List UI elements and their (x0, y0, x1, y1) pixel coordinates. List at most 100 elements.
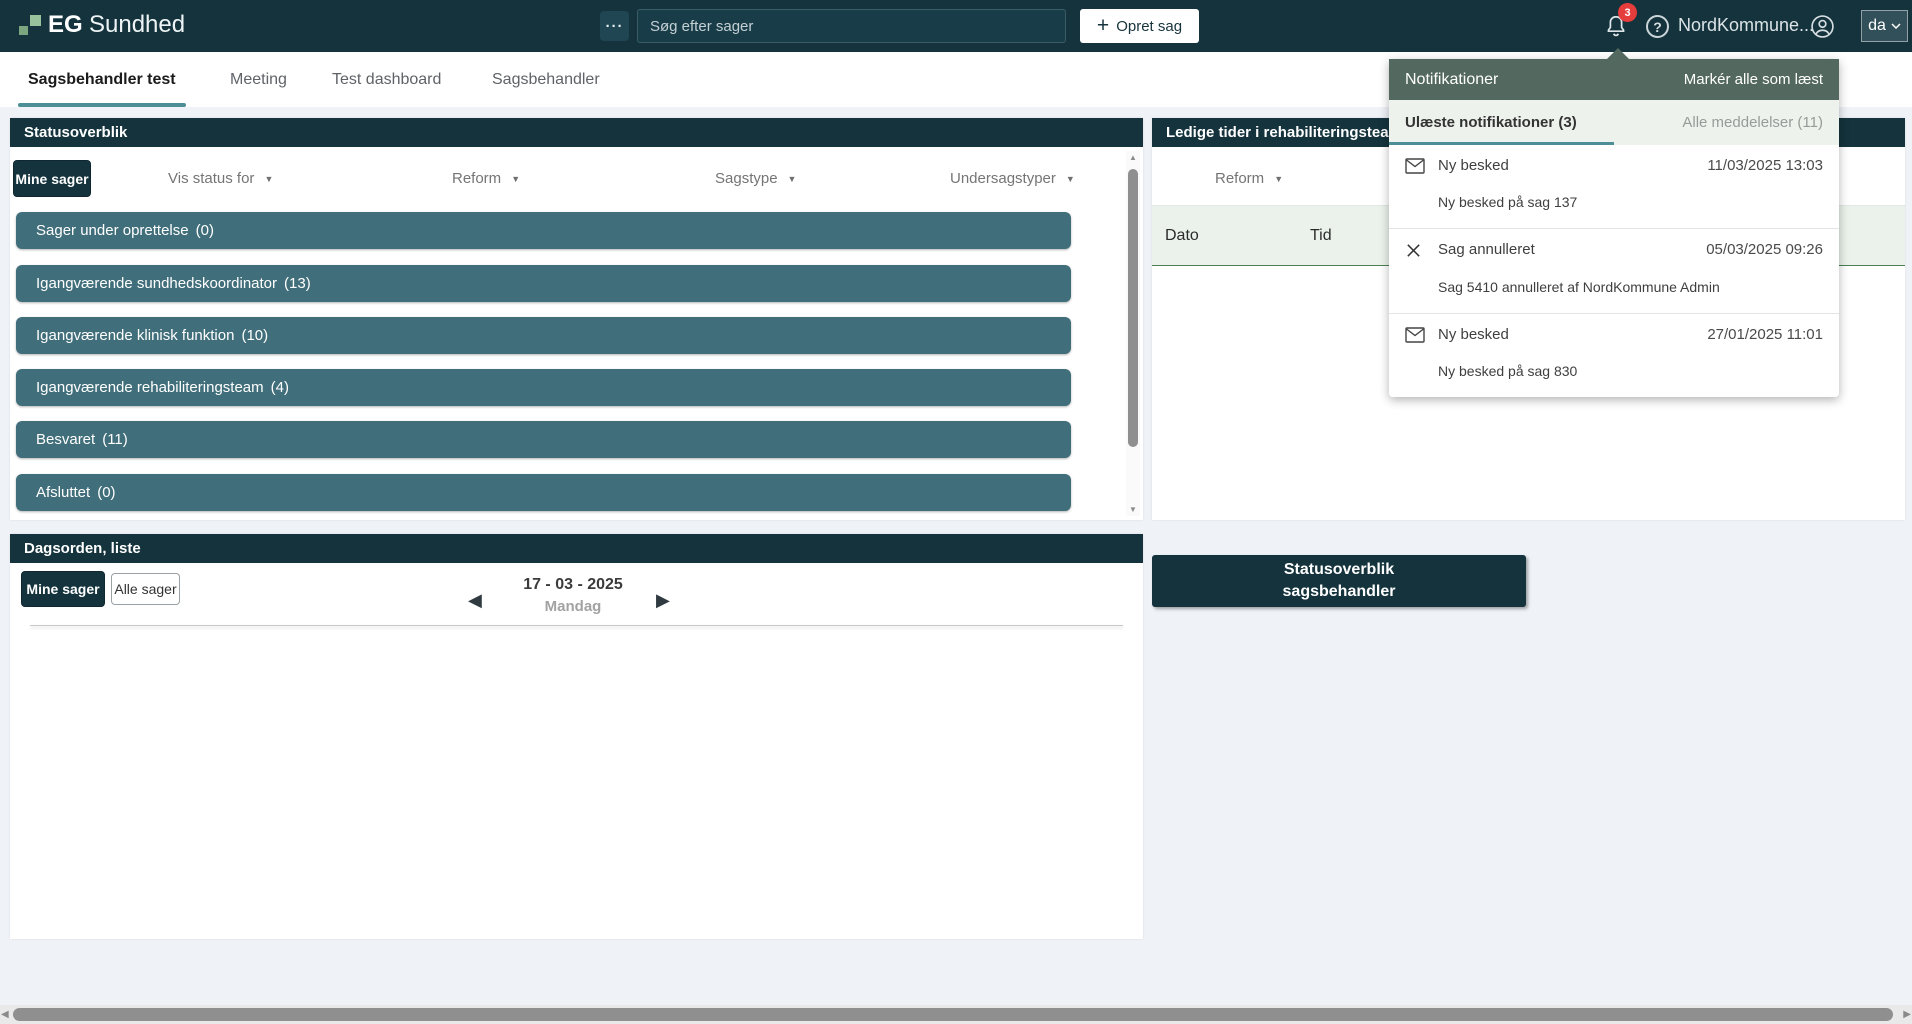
brand-name: Sundhed (89, 11, 185, 39)
chevron-down-icon (1891, 23, 1901, 29)
scroll-right-arrow-icon[interactable]: ▶ (1903, 1009, 1911, 1020)
notification-title: Ny besked (1438, 157, 1707, 174)
filter-undersagstyper[interactable]: Undersagstyper ▼ (950, 170, 1075, 187)
agenda-alle-sager-button[interactable]: Alle sager (111, 573, 180, 605)
current-date: 17 - 03 - 2025 (473, 576, 673, 594)
create-case-button[interactable]: + Opret sag (1080, 9, 1199, 43)
filter-label: Reform (1215, 170, 1264, 187)
notifications-header: Notifikationer Markér alle som læst (1389, 59, 1839, 100)
filter-label: Reform (452, 170, 501, 187)
agenda-panel-title: Dagsorden, liste (24, 540, 141, 557)
status-bar-count: (0) (97, 484, 115, 501)
horizontal-scrollbar-thumb[interactable] (13, 1008, 1893, 1021)
tab-label: Sagsbehandler (492, 71, 600, 89)
agenda-panel-header: Dagsorden, liste (10, 534, 1143, 563)
filter-vis-status-for[interactable]: Vis status for ▼ (168, 170, 273, 187)
app-canvas: EG Sundhed ··· + Opret sag 3 ? NordKommu… (0, 0, 1912, 1024)
status-bar-label: Afsluttet (36, 484, 90, 501)
scroll-up-arrow-icon[interactable]: ▲ (1126, 153, 1140, 162)
status-bar-sager-under-oprettelse[interactable]: Sager under oprettelse (0) (16, 212, 1071, 249)
notification-text: Sag 5410 annulleret af NordKommune Admin (1438, 279, 1823, 295)
status-bar-label: Besvaret (36, 431, 95, 448)
user-avatar-icon[interactable] (1810, 14, 1835, 39)
slots-panel-title: Ledige tider i rehabiliteringsteam (1166, 124, 1402, 141)
search-input[interactable] (637, 9, 1066, 43)
notification-text: Ny besked på sag 137 (1438, 194, 1823, 210)
mine-sager-button[interactable]: Mine sager (13, 160, 91, 197)
status-bar-count: (10) (241, 327, 268, 344)
caret-down-icon: ▼ (788, 174, 797, 184)
tab-sagsbehandler-test[interactable]: Sagsbehandler test (18, 52, 186, 107)
help-icon[interactable]: ? (1646, 15, 1669, 38)
mail-icon (1405, 327, 1425, 348)
scrollbar-thumb[interactable] (1128, 169, 1138, 447)
status-bar-label: Igangværende rehabiliteringsteam (36, 379, 264, 396)
top-header-bar: EG Sundhed ··· + Opret sag 3 ? NordKommu… (0, 0, 1912, 52)
date-display: 17 - 03 - 2025 Mandag (473, 576, 673, 615)
more-options-button[interactable]: ··· (600, 11, 629, 41)
status-bar-count: (11) (102, 431, 128, 448)
status-bar-igangvaerende-klinisk-funktion[interactable]: Igangværende klinisk funktion (10) (16, 317, 1071, 354)
eg-logo-square-dark (19, 26, 28, 35)
caret-down-icon: ▼ (511, 174, 520, 184)
tab-label: Meeting (230, 71, 287, 89)
column-header-tid: Tid (1310, 206, 1332, 265)
overview-button-line1: Statusoverblik (1284, 559, 1394, 581)
status-bar-count: (0) (196, 222, 214, 239)
tab-all-messages[interactable]: Alle meddelelser (11) (1682, 114, 1823, 131)
agenda-mine-sager-button[interactable]: Mine sager (21, 571, 105, 607)
language-selector[interactable]: da (1861, 10, 1908, 42)
notification-item[interactable]: Ny besked 27/01/2025 11:01 Ny besked på … (1389, 314, 1839, 397)
create-case-label: Opret sag (1116, 18, 1182, 35)
agenda-divider (30, 625, 1123, 626)
close-icon (1405, 242, 1425, 264)
current-weekday: Mandag (473, 598, 673, 615)
notification-title: Ny besked (1438, 326, 1707, 343)
scroll-down-arrow-icon[interactable]: ▼ (1126, 505, 1140, 514)
status-bar-label: Sager under oprettelse (36, 222, 189, 239)
notification-text: Ny besked på sag 830 (1438, 363, 1823, 379)
notification-dropdown-caret (1607, 48, 1629, 59)
scroll-left-arrow-icon[interactable]: ◀ (1, 1009, 9, 1020)
caret-down-icon: ▼ (1066, 174, 1075, 184)
statusoverblik-sagsbehandler-button[interactable]: Statusoverblik sagsbehandler (1152, 555, 1526, 607)
notification-time: 11/03/2025 13:03 (1707, 157, 1823, 174)
status-panel-title: Statusoverblik (24, 124, 127, 141)
horizontal-scrollbar[interactable]: ◀ ▶ (0, 1005, 1912, 1024)
ellipsis-icon: ··· (606, 18, 624, 35)
tab-sagsbehandler[interactable]: Sagsbehandler (482, 52, 610, 107)
plus-icon: + (1097, 15, 1109, 36)
status-bar-igangvaerende-rehabiliteringsteam[interactable]: Igangværende rehabiliteringsteam (4) (16, 369, 1071, 406)
tab-test-dashboard[interactable]: Test dashboard (322, 52, 451, 107)
column-header-dato: Dato (1165, 206, 1199, 265)
organization-name[interactable]: NordKommune... (1678, 15, 1814, 36)
notifications-title: Notifikationer (1405, 71, 1498, 89)
notification-item[interactable]: Sag annulleret 05/03/2025 09:26 Sag 5410… (1389, 229, 1839, 314)
status-bar-count: (4) (271, 379, 289, 396)
status-bar-label: Igangværende klinisk funktion (36, 327, 234, 344)
filter-sagstype[interactable]: Sagstype ▼ (715, 170, 796, 187)
notifications-dropdown: Notifikationer Markér alle som læst Ulæs… (1389, 59, 1839, 397)
overview-button-line2: sagsbehandler (1283, 581, 1396, 603)
filter-label: Undersagstyper (950, 170, 1056, 187)
status-panel-scrollbar[interactable]: ▲ ▼ (1126, 151, 1140, 516)
tab-unread-notifications[interactable]: Ulæste notifikationer (3) (1405, 114, 1577, 131)
status-bar-afsluttet[interactable]: Afsluttet (0) (16, 474, 1071, 511)
next-day-arrow-icon[interactable]: ▶ (656, 590, 670, 611)
slots-filter-reform[interactable]: Reform ▼ (1215, 170, 1283, 187)
notification-time: 27/01/2025 11:01 (1707, 326, 1823, 343)
tab-label: Test dashboard (332, 71, 441, 89)
filter-label: Sagstype (715, 170, 778, 187)
filter-label: Vis status for (168, 170, 254, 187)
tab-label: Sagsbehandler test (28, 71, 176, 89)
status-bar-igangvaerende-sundhedskoordinator[interactable]: Igangværende sundhedskoordinator (13) (16, 265, 1071, 302)
notification-item[interactable]: Ny besked 11/03/2025 13:03 Ny besked på … (1389, 145, 1839, 229)
status-bar-label: Igangværende sundhedskoordinator (36, 275, 277, 292)
mark-all-read-button[interactable]: Markér alle som læst (1684, 71, 1823, 88)
tab-meeting[interactable]: Meeting (220, 52, 297, 107)
notification-count-badge: 3 (1618, 3, 1637, 22)
status-bar-besvaret[interactable]: Besvaret (11) (16, 421, 1071, 458)
language-code: da (1868, 17, 1886, 35)
filter-reform[interactable]: Reform ▼ (452, 170, 520, 187)
status-bar-count: (13) (284, 275, 311, 292)
